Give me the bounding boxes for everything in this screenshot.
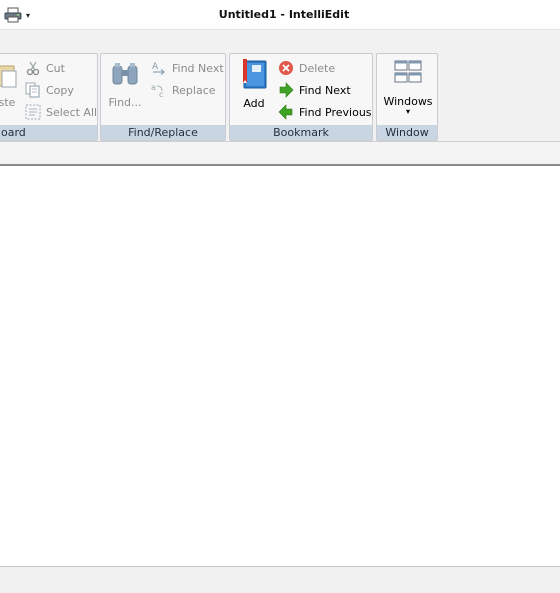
find-next-label: Find Next xyxy=(172,61,224,75)
windows-icon xyxy=(394,60,422,83)
cut-button[interactable]: Cut xyxy=(25,58,65,78)
delete-bookmark-button[interactable]: Delete xyxy=(278,58,335,78)
svg-text:A: A xyxy=(152,62,159,72)
clipboard-group-label: oard xyxy=(0,125,97,140)
find-next-button[interactable]: A Find Next xyxy=(151,58,224,78)
select-all-button[interactable]: Select All xyxy=(25,102,97,122)
window-title: Untitled1 - IntelliEdit xyxy=(218,8,350,21)
find-label: Find... xyxy=(108,96,142,109)
find-replace-group: Find... A Find Next ac Replace Find/Repl… xyxy=(100,53,226,141)
arrow-right-icon xyxy=(278,82,294,98)
replace-button[interactable]: ac Replace xyxy=(151,80,216,100)
cut-label: Cut xyxy=(46,61,65,75)
paste-label: ste xyxy=(0,96,16,109)
select-all-label: Select All xyxy=(46,105,98,119)
bookmark-book-icon xyxy=(243,59,267,89)
svg-text:a: a xyxy=(151,83,156,92)
replace-icon: ac xyxy=(151,82,167,99)
replace-label: Replace xyxy=(172,83,216,97)
window-group-label: Window xyxy=(377,125,437,140)
scissors-icon xyxy=(25,60,41,76)
windows-button[interactable]: Windows ▾ xyxy=(381,59,435,116)
add-bookmark-button[interactable]: Add xyxy=(237,59,271,110)
find-next-icon: A xyxy=(151,60,167,76)
bookmark-find-next-label: Find Next xyxy=(299,83,351,97)
clipboard-group: ste Cut Copy Select All oard xyxy=(0,53,98,141)
svg-text:c: c xyxy=(159,90,163,98)
select-all-icon xyxy=(25,104,41,120)
copy-label: Copy xyxy=(46,83,74,97)
bookmark-group-label: Bookmark xyxy=(230,125,372,140)
text-editor-area[interactable] xyxy=(0,167,560,563)
editor-ruler-bar xyxy=(0,142,560,166)
windows-dropdown-icon: ▾ xyxy=(405,107,410,116)
add-bookmark-label: Add xyxy=(243,97,265,110)
window-group: Windows ▾ Window xyxy=(376,53,438,141)
paste-icon xyxy=(0,65,17,88)
bookmark-group: Add Delete Find Next Find Previous Bookm… xyxy=(229,53,373,141)
binoculars-icon xyxy=(112,63,138,85)
delete-icon xyxy=(278,60,294,76)
paste-button[interactable]: ste xyxy=(0,60,19,109)
status-bar xyxy=(0,566,560,593)
bookmark-find-previous-label: Find Previous xyxy=(299,105,372,119)
arrow-left-icon xyxy=(278,104,294,120)
bookmark-find-previous-button[interactable]: Find Previous xyxy=(278,102,372,122)
find-button[interactable]: Find... xyxy=(108,60,142,109)
copy-icon xyxy=(25,82,41,98)
delete-bookmark-label: Delete xyxy=(299,61,336,75)
copy-button[interactable]: Copy xyxy=(25,80,74,100)
title-bar: ▾ Untitled1 - IntelliEdit xyxy=(0,0,560,30)
bookmark-find-next-button[interactable]: Find Next xyxy=(278,80,351,100)
find-replace-group-label: Find/Replace xyxy=(101,125,225,140)
